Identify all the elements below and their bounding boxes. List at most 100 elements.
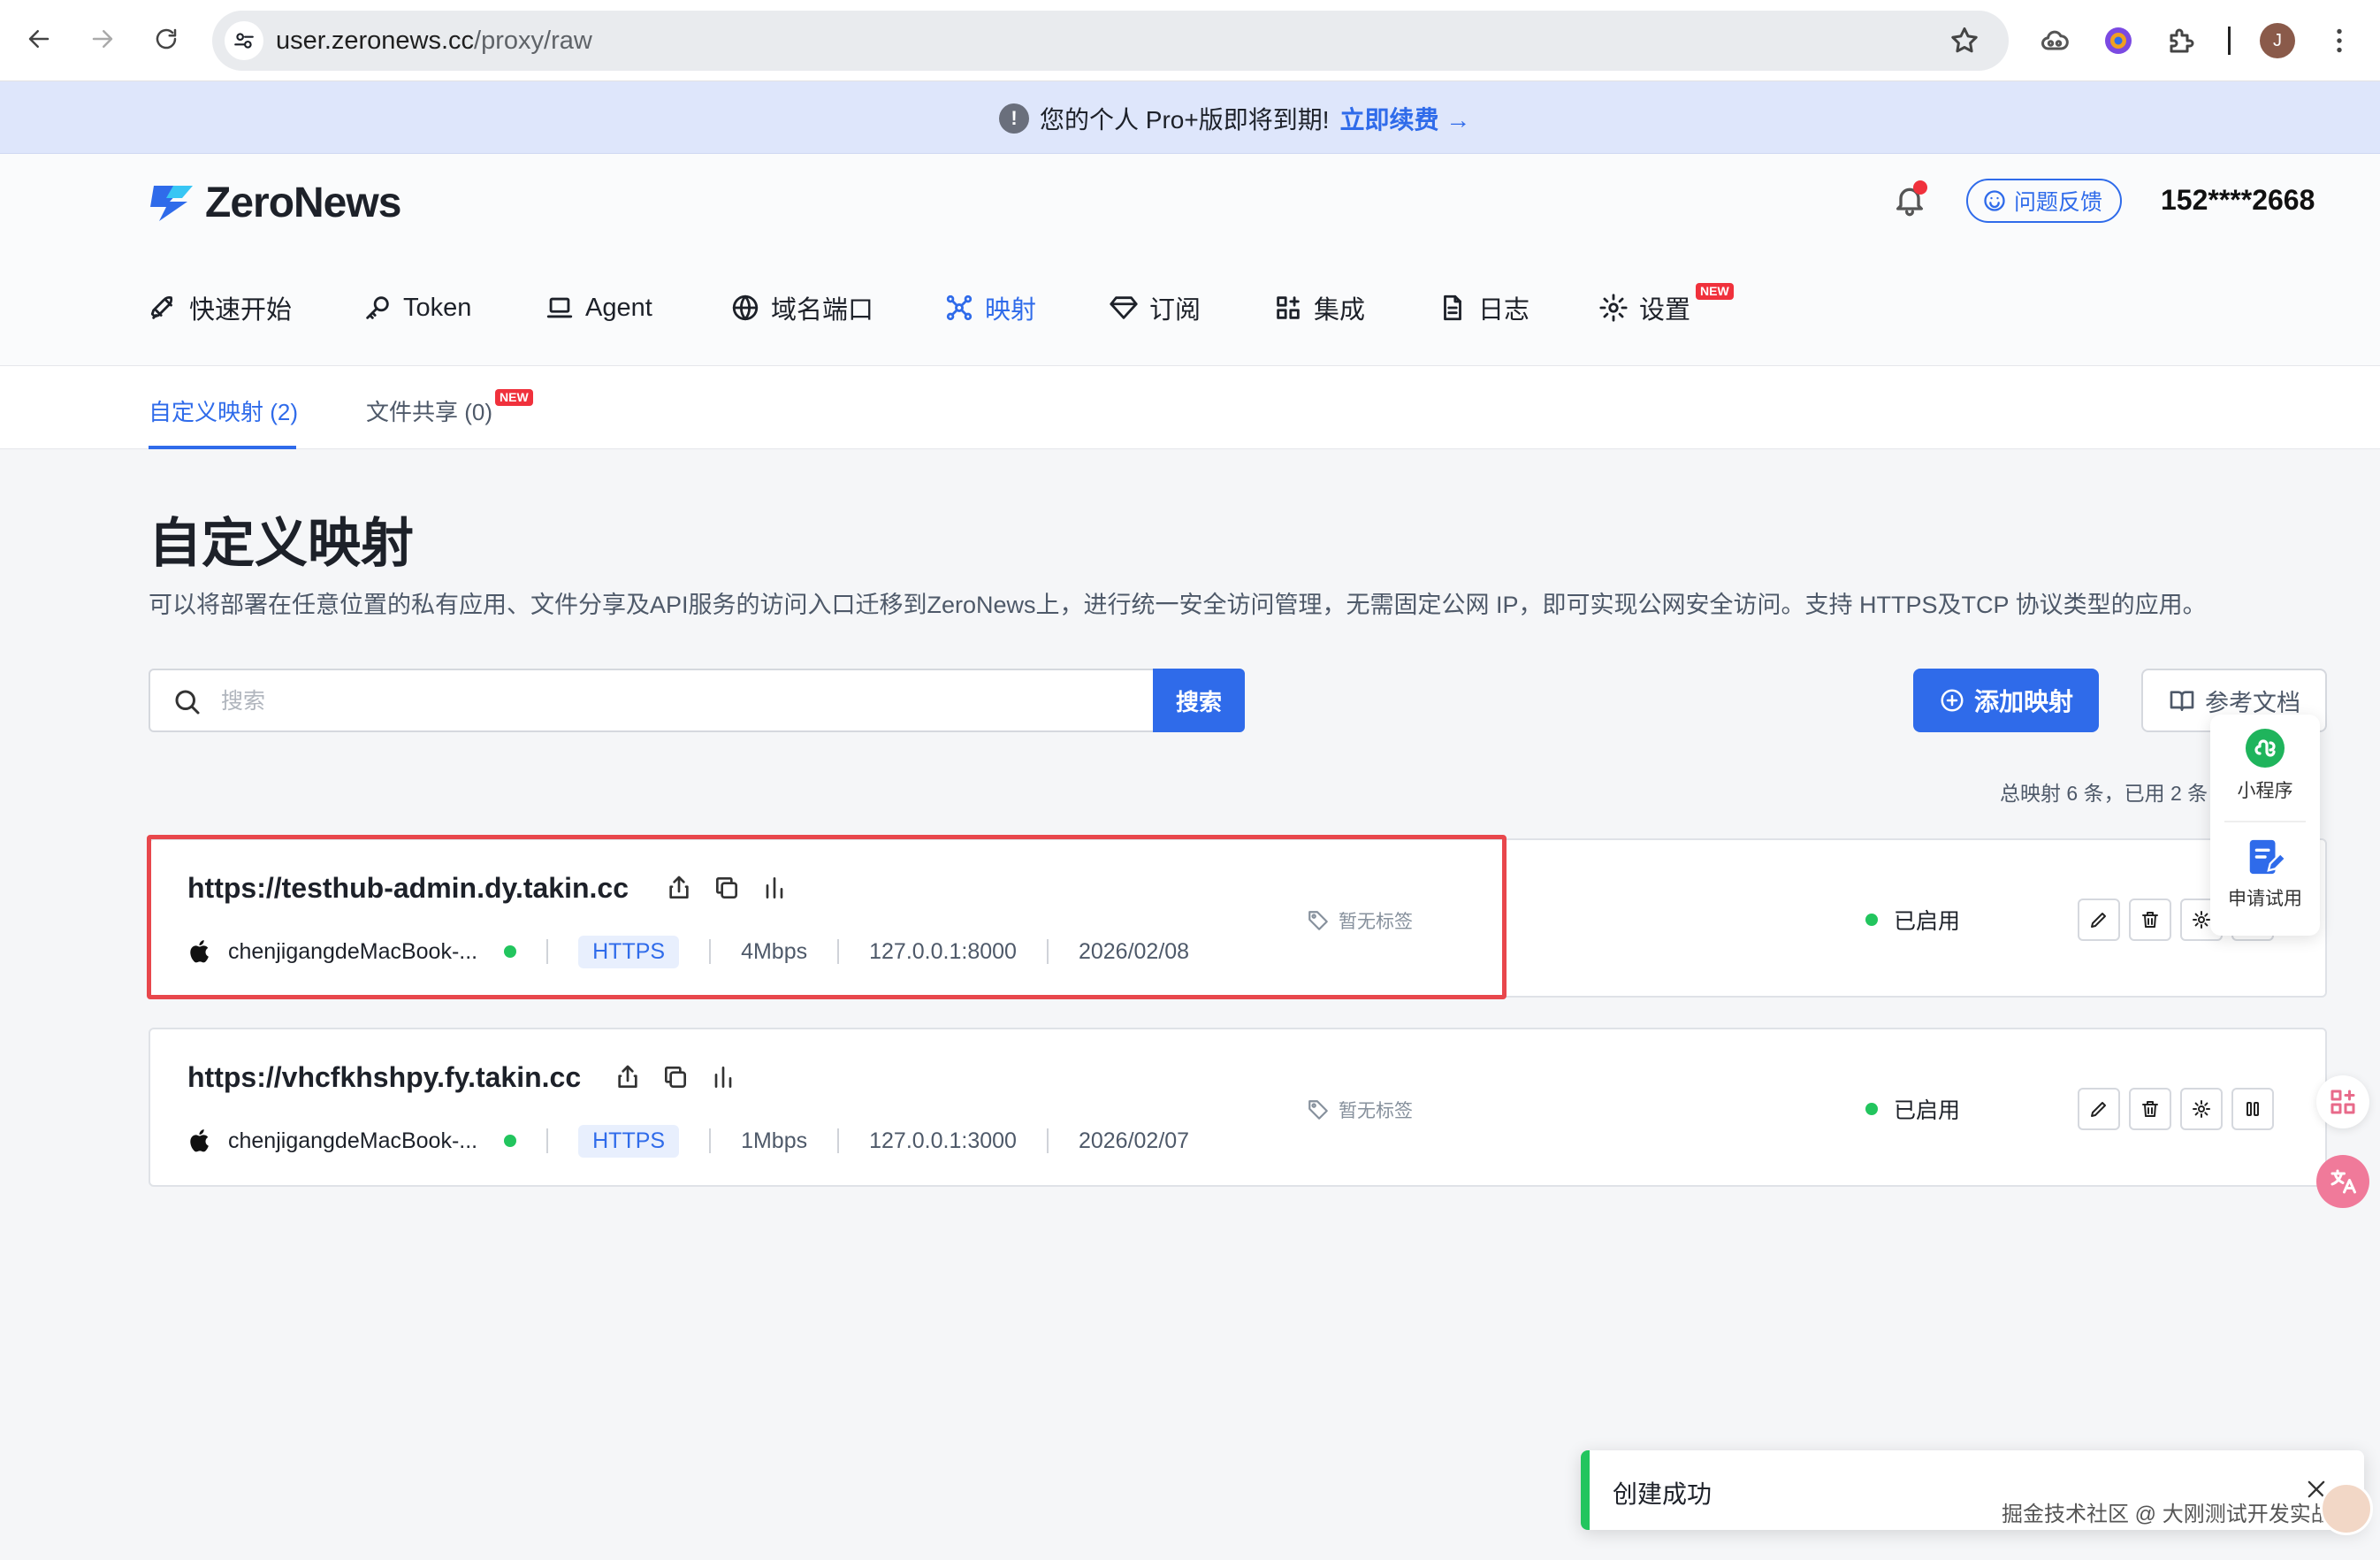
gear-icon	[2193, 1100, 2210, 1118]
url-text: user.zeronews.cc/proxy/raw	[276, 27, 592, 55]
pencil-icon	[2091, 913, 2106, 928]
nav-logs[interactable]: 日志	[1438, 288, 1529, 327]
mapping-card[interactable]: https://vhcfkhshpy.fy.takin.cc chenjigan…	[149, 1028, 2327, 1187]
banner-message: 您的个人 Pro+版即将到期!	[1040, 106, 1330, 134]
search-input[interactable]	[221, 683, 1105, 720]
pause-button[interactable]	[2231, 1088, 2274, 1130]
rocket-icon	[150, 296, 173, 319]
toolbar-divider	[2228, 27, 2231, 55]
mapping-status: 已启用	[1865, 904, 1960, 936]
status-dot	[1865, 1103, 1878, 1115]
book-icon	[2170, 691, 2194, 711]
back-button[interactable]	[19, 19, 58, 58]
copy-icon[interactable]	[661, 1063, 690, 1091]
gear-icon	[2193, 911, 2210, 929]
browser-menu-icon[interactable]	[2323, 25, 2355, 57]
device-name: chenjigangdeMacBook-...	[228, 1128, 478, 1153]
forward-button[interactable]	[83, 19, 122, 58]
mapping-status: 已启用	[1865, 1093, 1960, 1125]
extensions-puzzle-icon[interactable]	[2166, 25, 2198, 57]
divider	[1046, 1128, 1049, 1153]
toast-message: 创建成功	[1613, 1480, 1713, 1508]
divider	[837, 1128, 840, 1153]
feedback-button[interactable]: 问题反馈	[1966, 179, 2123, 223]
edit-button[interactable]	[2078, 1088, 2120, 1130]
notification-dot	[1913, 180, 1927, 195]
new-badge: NEW	[1696, 283, 1734, 300]
highlight-box	[147, 835, 1507, 999]
nav-label: 日志	[1478, 296, 1530, 325]
browser-toolbar: user.zeronews.cc/proxy/raw J	[0, 0, 2380, 81]
trash-icon	[2142, 912, 2158, 928]
status-dot	[1865, 914, 1878, 926]
nav-integration[interactable]: 集成	[1273, 288, 1365, 327]
renew-link[interactable]: 立即续费 →	[1339, 101, 1470, 136]
watermark-avatar	[2320, 1482, 2373, 1535]
search-icon	[175, 690, 200, 715]
expiry-banner: ! 您的个人 Pro+版即将到期! 立即续费 →	[0, 81, 2380, 154]
nav-label: 集成	[1314, 296, 1366, 325]
nav-settings[interactable]: 设置	[1598, 288, 1690, 327]
chart-icon[interactable]	[709, 1063, 737, 1091]
online-status-dot	[504, 1135, 517, 1147]
nav-label: 快速开始	[189, 296, 293, 325]
profile-avatar[interactable]: J	[2260, 23, 2295, 58]
settings-button[interactable]	[2180, 1088, 2223, 1130]
logo-text: ZeroNews	[205, 180, 401, 226]
nav-quickstart[interactable]: 快速开始	[149, 288, 292, 327]
edit-button[interactable]	[2078, 899, 2120, 941]
delete-button[interactable]	[2129, 1088, 2171, 1130]
nav-mapping[interactable]: 映射	[944, 288, 1036, 327]
pencil-icon	[2091, 1102, 2106, 1117]
divider	[546, 1128, 549, 1153]
extension-colorful-icon[interactable]	[2102, 25, 2134, 57]
mini-program-icon	[2246, 729, 2285, 768]
nav-token[interactable]: Token	[362, 288, 471, 327]
address-bar[interactable]: user.zeronews.cc/proxy/raw	[212, 11, 2009, 71]
user-phone[interactable]: 152****2668	[2161, 184, 2315, 217]
reload-button[interactable]	[147, 19, 186, 58]
apply-trial-button[interactable]: 申请试用	[2210, 837, 2320, 911]
toast-success-bar	[1581, 1450, 1590, 1530]
zeronews-logo-icon	[150, 185, 193, 221]
tab-custom-mapping[interactable]: 自定义映射 (2)	[149, 394, 298, 427]
page-description: 可以将部署在任意位置的私有应用、文件分享及API服务的访问入口迁移到ZeroNe…	[149, 592, 2207, 618]
logo[interactable]: ZeroNews	[147, 179, 401, 227]
mapping-url[interactable]: https://vhcfkhshpy.fy.takin.cc	[187, 1061, 581, 1094]
target-address: 127.0.0.1:3000	[869, 1128, 1017, 1153]
plus-circle-icon	[1941, 689, 1964, 712]
nav-agent[interactable]: Agent	[545, 288, 652, 327]
apps-grid-icon	[2330, 1090, 2355, 1114]
extension-cloud-icon[interactable]	[2039, 25, 2071, 57]
tag-label[interactable]: 暂无标签	[1307, 1097, 1413, 1123]
watermark: 掘金技术社区 @ 大刚测试开发实战	[2002, 1503, 2332, 1526]
new-badge: NEW	[495, 389, 533, 406]
divider	[2224, 821, 2306, 822]
tab-file-sharing[interactable]: 文件共享 (0)	[366, 394, 492, 427]
pause-icon	[2247, 1102, 2259, 1116]
site-settings-icon[interactable]	[225, 21, 263, 60]
laptop-icon	[546, 297, 573, 318]
translate-float-button[interactable]	[2316, 1155, 2369, 1208]
status-text: 已启用	[1894, 909, 1961, 934]
delete-button[interactable]	[2129, 899, 2171, 941]
nav-domain-ports[interactable]: 域名端口	[730, 288, 873, 327]
page-title: 自定义映射	[149, 514, 414, 573]
mini-program-button[interactable]: 小程序	[2210, 727, 2320, 803]
apply-trial-label: 申请试用	[2228, 889, 2302, 909]
nav-label: Agent	[585, 293, 652, 322]
share-icon[interactable]	[614, 1063, 642, 1091]
add-mapping-button[interactable]: 添加映射	[1913, 669, 2099, 732]
search-button[interactable]: 搜索	[1153, 669, 1245, 732]
apps-icon	[1277, 296, 1300, 319]
apps-float-button[interactable]	[2316, 1075, 2369, 1128]
notification-bell-icon[interactable]	[1892, 180, 1927, 218]
docs-label: 参考文档	[2205, 689, 2300, 716]
document-icon	[1444, 294, 1461, 321]
globe-icon	[732, 294, 759, 321]
nav-subscription[interactable]: 订阅	[1109, 288, 1201, 327]
tag-text: 暂无标签	[1339, 1101, 1413, 1121]
bookmark-star-icon[interactable]	[1949, 25, 1980, 57]
divider	[709, 1128, 712, 1153]
search-box: 搜索	[149, 669, 1245, 732]
